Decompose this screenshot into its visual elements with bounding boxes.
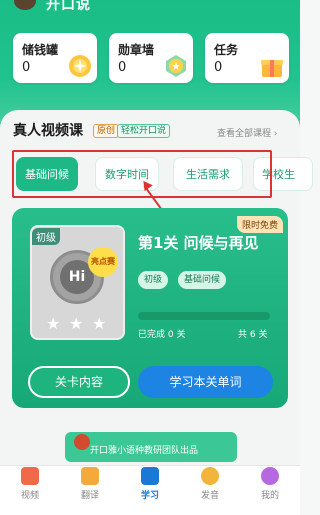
video-icon [21, 467, 39, 485]
highlight-badge: 亮点赛 [88, 247, 118, 277]
translate-icon [81, 467, 99, 485]
nav-profile[interactable]: 我的 [240, 467, 300, 501]
nav-label: 我的 [260, 491, 279, 501]
nav-pronunciation[interactable]: 发音 [180, 467, 240, 501]
progress-bar [138, 312, 270, 320]
book-icon [141, 467, 159, 485]
profile-icon [261, 467, 279, 485]
star-icon: ★ [92, 314, 107, 333]
pronunciation-icon [201, 467, 219, 485]
stat-value: 0 [214, 60, 223, 75]
completed-count: 已完成 0 关 [138, 330, 186, 340]
nav-translate[interactable]: 翻译 [60, 467, 120, 501]
nav-label: 学习 [140, 491, 159, 501]
stat-label: 储钱罐 [22, 43, 59, 57]
level-chip: 初级 [138, 271, 169, 289]
footer-text: 开口雅小语种教研团队出品 [90, 446, 199, 456]
limited-free-badge: 限时免费 [237, 216, 284, 233]
medal-icon [166, 55, 186, 77]
nav-label: 翻译 [80, 491, 99, 501]
lesson-title: 第1关 问候与再见 [138, 234, 259, 252]
stat-label: 勋章墙 [118, 43, 155, 57]
nav-video[interactable]: 视频 [0, 467, 60, 501]
app-title: 开口说 [46, 0, 91, 13]
section-title: 真人视频课 [13, 123, 83, 139]
stat-label: 任务 [214, 43, 239, 57]
stat-value: 0 [118, 60, 127, 75]
highlight-box [12, 150, 272, 198]
star-icon: ★ [69, 314, 84, 333]
stat-value: 0 [22, 60, 31, 75]
total-count: 共 6 关 [238, 330, 268, 340]
stat-medal-wall[interactable]: 勋章墙 0 [109, 33, 193, 83]
stat-tasks[interactable]: 任务 0 [205, 33, 289, 83]
gift-icon [261, 60, 283, 77]
level-content-button[interactable]: 关卡内容 [28, 366, 130, 398]
view-all-courses-link[interactable]: 查看全部课程 › [217, 126, 277, 139]
stat-piggy-bank[interactable]: 储钱罐 0 [13, 33, 97, 83]
learn-words-button[interactable]: 学习本关单词 [138, 366, 273, 398]
level-badge: 初级 [32, 228, 60, 245]
nav-label: 发音 [200, 491, 219, 501]
coin-icon [69, 55, 91, 77]
nav-label: 视频 [20, 491, 39, 501]
star-icon: ★ [46, 314, 61, 333]
nav-study[interactable]: 学习 [120, 467, 180, 501]
original-tag: 原创 [93, 124, 120, 138]
team-logo-icon [74, 434, 90, 450]
easy-speaking-tag: 轻松开口说 [117, 124, 171, 138]
topic-chip: 基础问候 [178, 271, 227, 289]
